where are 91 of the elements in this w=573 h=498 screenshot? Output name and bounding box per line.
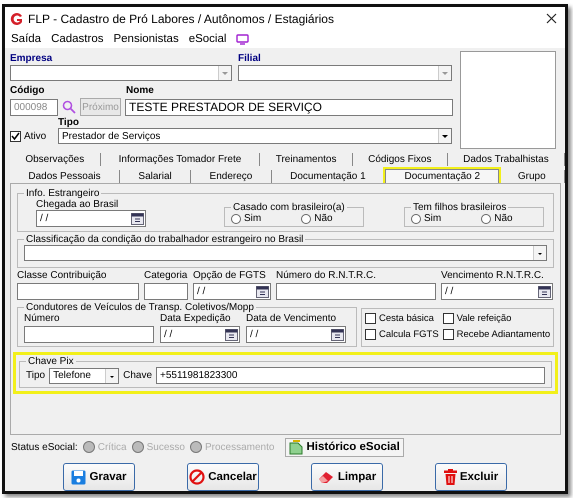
field-label: Data Expedição xyxy=(160,313,232,324)
checkbox[interactable] xyxy=(442,313,454,324)
code-field[interactable]: 000098 xyxy=(10,98,58,116)
calendar-icon[interactable] xyxy=(225,328,238,341)
monitor-icon[interactable] xyxy=(236,34,250,45)
company-dropdown[interactable] xyxy=(10,65,232,82)
text-field[interactable] xyxy=(24,326,154,344)
field-label: Data de Vencimento xyxy=(246,313,338,324)
field-label: Chave xyxy=(123,370,152,382)
option-label: Não xyxy=(494,213,513,224)
field-label: Chegada ao Brasil xyxy=(36,199,120,210)
classification-dropdown[interactable] xyxy=(24,245,547,262)
no-entry-icon xyxy=(189,469,206,485)
group-title: Tem filhos brasileiros xyxy=(412,202,508,214)
field-label: Número do R.N.T.R.C. xyxy=(276,270,378,282)
field-label: Opção de FGTS xyxy=(193,270,267,282)
action-button[interactable]: Cancelar xyxy=(187,463,259,491)
checkbox-label: Vale refeição xyxy=(456,313,512,324)
type-dropdown[interactable]: Prestador de Serviços xyxy=(58,128,452,144)
radio-button[interactable] xyxy=(481,214,492,224)
date-field[interactable]: / / xyxy=(160,326,240,344)
status-text: Processamento xyxy=(204,442,274,452)
tab[interactable]: Dados Trabalhistas xyxy=(448,153,565,166)
document-icon xyxy=(289,440,304,454)
menu-item[interactable]: Saída xyxy=(11,33,42,46)
text-field[interactable] xyxy=(276,283,436,300)
calendar-icon[interactable] xyxy=(256,286,269,298)
date-field[interactable]: / / xyxy=(246,326,346,344)
group-title: Classificação da condição do trabalhador estrangeiro no Brasil xyxy=(25,234,304,246)
calendar-icon[interactable] xyxy=(131,212,144,225)
option-label: Não xyxy=(314,213,333,224)
branch-dropdown[interactable] xyxy=(238,65,452,82)
tab[interactable]: Códigos Fixos xyxy=(352,153,448,166)
menu-item[interactable]: Pensionistas xyxy=(113,33,179,46)
action-button[interactable]: Excluir xyxy=(435,463,507,491)
checkbox[interactable] xyxy=(365,313,376,324)
field-label: Categoria xyxy=(144,270,188,282)
field-label: Código xyxy=(10,85,46,96)
group-title: Condutores de Veículos de Transp. Coletivos/Mopp xyxy=(25,302,255,314)
option-label: Sim xyxy=(424,213,442,224)
status-label: Status eSocial: xyxy=(11,442,78,452)
eraser-icon xyxy=(318,470,335,484)
calendar-icon[interactable] xyxy=(538,286,551,298)
date-field[interactable]: / / xyxy=(193,283,271,300)
field-label: Filial xyxy=(238,53,261,64)
checkbox[interactable] xyxy=(442,329,454,340)
checkbox-label: Calcula FGTS xyxy=(379,329,439,340)
group-title: Chave Pix xyxy=(27,356,75,368)
tab[interactable]: Documentação 2 xyxy=(385,169,500,184)
field-label: Tipo xyxy=(58,117,80,128)
radio-button[interactable] xyxy=(231,214,241,224)
pix-type-dropdown[interactable]: Telefone xyxy=(49,368,120,384)
field-label: Tipo xyxy=(26,370,46,382)
pix-key-field[interactable]: +5511981823300 xyxy=(156,367,545,384)
trash-icon xyxy=(444,469,457,485)
text-field[interactable] xyxy=(144,283,188,300)
checkbox-label: Ativo xyxy=(24,131,46,142)
field-label: Nome xyxy=(126,85,154,96)
field-label: Classe Contribuição xyxy=(17,270,108,282)
app-logo-icon xyxy=(10,12,24,26)
history-button[interactable]: Histórico eSocial xyxy=(285,438,404,456)
field-label: Empresa xyxy=(10,53,54,64)
close-icon[interactable] xyxy=(546,13,557,24)
name-field[interactable]: TESTE PRESTADOR DE SERVIÇO xyxy=(125,98,453,116)
tab[interactable]: Observações xyxy=(10,153,101,166)
checkbox-label: Cesta básica xyxy=(379,313,434,324)
status-text: Crítica xyxy=(98,442,127,452)
status-text: Sucesso xyxy=(146,442,185,452)
action-button[interactable]: Gravar xyxy=(63,463,135,491)
radio-button[interactable] xyxy=(301,214,312,224)
action-button[interactable]: Limpar xyxy=(311,463,383,491)
text-field[interactable] xyxy=(17,283,139,300)
checkbox[interactable] xyxy=(10,131,21,142)
option-label: Sim xyxy=(244,213,262,224)
calendar-icon[interactable] xyxy=(331,328,344,341)
date-field[interactable]: / / xyxy=(441,283,553,300)
date-field[interactable]: / / xyxy=(36,210,146,228)
tab[interactable]: Informações Tomador Frete xyxy=(100,153,260,166)
tab[interactable]: Treinamentos xyxy=(260,153,353,166)
checkbox-label: Recebe Adiantamento xyxy=(456,329,550,340)
group-title: Casado com brasileiro(a) xyxy=(232,202,346,214)
radio-button[interactable] xyxy=(411,214,421,224)
menu-item[interactable]: Cadastros xyxy=(51,33,104,46)
menu-item[interactable]: eSocial xyxy=(188,33,226,46)
checkbox[interactable] xyxy=(365,329,376,340)
window-title: FLP - Cadastro de Pró Labores / Autônomos / Estagiários xyxy=(28,12,335,26)
field-label: Vencimento R.N.T.R.C. xyxy=(441,270,545,282)
field-label: Número xyxy=(24,313,61,324)
save-icon xyxy=(71,470,86,484)
group-title: Info. Estrangeiro xyxy=(25,188,100,200)
search-icon[interactable] xyxy=(62,100,76,114)
